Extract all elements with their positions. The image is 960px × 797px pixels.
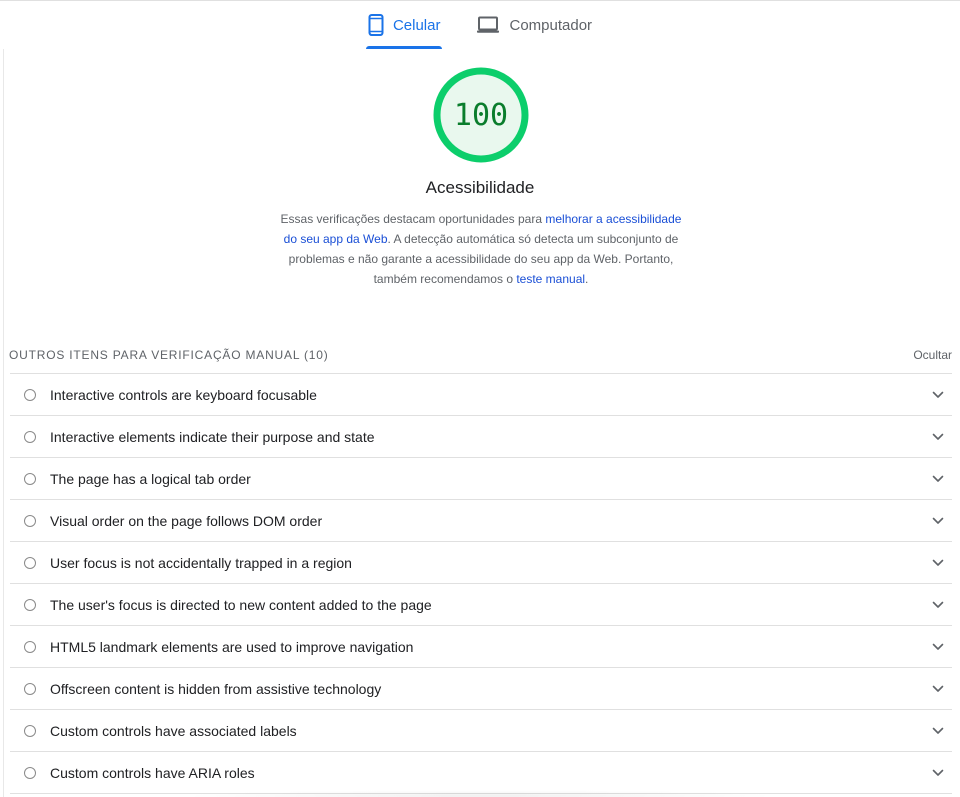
tab-desktop-label: Computador xyxy=(509,16,593,34)
device-tabs: Celular Computador xyxy=(0,0,960,49)
chevron-down-icon[interactable] xyxy=(924,643,952,651)
circle-status-icon xyxy=(24,724,36,737)
audit-title: Interactive controls are keyboard focusa… xyxy=(50,386,317,403)
circle-status-icon xyxy=(24,514,36,527)
audit-item[interactable]: Offscreen content is hidden from assisti… xyxy=(10,668,952,710)
audit-title: Custom controls have associated labels xyxy=(50,722,297,739)
circle-status-icon xyxy=(24,430,36,443)
gauge-title: Acessibilidade xyxy=(425,178,535,197)
section-title: Outros itens para verificação manual (10… xyxy=(9,348,329,362)
audit-title: Custom controls have ARIA roles xyxy=(50,764,255,781)
chevron-down-icon[interactable] xyxy=(924,601,952,609)
bottom-shadow xyxy=(180,790,780,797)
audit-item[interactable]: Custom controls have associated labels xyxy=(10,710,952,752)
circle-status-icon xyxy=(24,598,36,611)
chevron-down-icon[interactable] xyxy=(924,433,952,441)
circle-status-icon xyxy=(24,556,36,569)
lighthouse-report: Celular Computador 100 Acessibilidade Es… xyxy=(0,0,960,797)
audit-title: HTML5 landmark elements are used to impr… xyxy=(50,638,414,655)
tab-mobile[interactable]: Celular xyxy=(365,1,443,49)
chevron-down-icon[interactable] xyxy=(924,391,952,399)
tab-desktop[interactable]: Computador xyxy=(474,1,594,49)
circle-status-icon xyxy=(24,682,36,695)
section-title-text: Outros itens para verificação manual xyxy=(9,348,300,362)
chevron-down-icon[interactable] xyxy=(924,769,952,777)
circle-status-icon xyxy=(24,388,36,401)
audit-item[interactable]: Interactive elements indicate their purp… xyxy=(10,416,952,458)
gauge-score-value: 100 xyxy=(453,97,509,133)
section-count: (10) xyxy=(303,348,329,362)
manual-testing-link[interactable]: teste manual xyxy=(516,272,585,286)
chevron-down-icon[interactable] xyxy=(924,517,952,525)
chevron-down-icon[interactable] xyxy=(924,685,952,693)
category-description: Essas verificações destacam oportunidade… xyxy=(280,209,682,289)
audit-title: The user's focus is directed to new cont… xyxy=(50,596,432,613)
circle-status-icon xyxy=(24,472,36,485)
audit-item[interactable]: HTML5 landmark elements are used to impr… xyxy=(10,626,952,668)
audit-title: Offscreen content is hidden from assisti… xyxy=(50,680,382,697)
circle-status-icon xyxy=(24,766,36,779)
description-text-3: . xyxy=(585,272,589,286)
content-divider xyxy=(3,49,4,797)
audit-item[interactable]: The page has a logical tab order xyxy=(10,458,952,500)
laptop-icon xyxy=(476,16,500,34)
description-text-1: Essas verificações destacam oportunidade… xyxy=(280,212,546,226)
chevron-down-icon[interactable] xyxy=(924,727,952,735)
audit-item[interactable]: Custom controls have ARIA roles xyxy=(10,752,952,794)
audit-item[interactable]: Interactive controls are keyboard focusa… xyxy=(10,374,952,416)
phone-icon xyxy=(368,14,384,36)
manual-section-header[interactable]: Outros itens para verificação manual (10… xyxy=(9,345,952,365)
audit-title: The page has a logical tab order xyxy=(50,470,251,487)
audit-title: User focus is not accidentally trapped i… xyxy=(50,554,352,571)
score-gauge[interactable]: 100 xyxy=(432,66,530,164)
audit-title: Visual order on the page follows DOM ord… xyxy=(50,512,323,529)
chevron-down-icon[interactable] xyxy=(924,559,952,567)
audit-item[interactable]: User focus is not accidentally trapped i… xyxy=(10,542,952,584)
hide-toggle[interactable]: Ocultar xyxy=(913,348,952,362)
circle-status-icon xyxy=(24,640,36,653)
audit-item[interactable]: Visual order on the page follows DOM ord… xyxy=(10,500,952,542)
audit-item[interactable]: The user's focus is directed to new cont… xyxy=(10,584,952,626)
chevron-down-icon[interactable] xyxy=(924,475,952,483)
audit-title: Interactive elements indicate their purp… xyxy=(50,428,375,445)
tab-mobile-label: Celular xyxy=(392,16,441,34)
audit-list: Interactive controls are keyboard focusa… xyxy=(10,373,952,794)
